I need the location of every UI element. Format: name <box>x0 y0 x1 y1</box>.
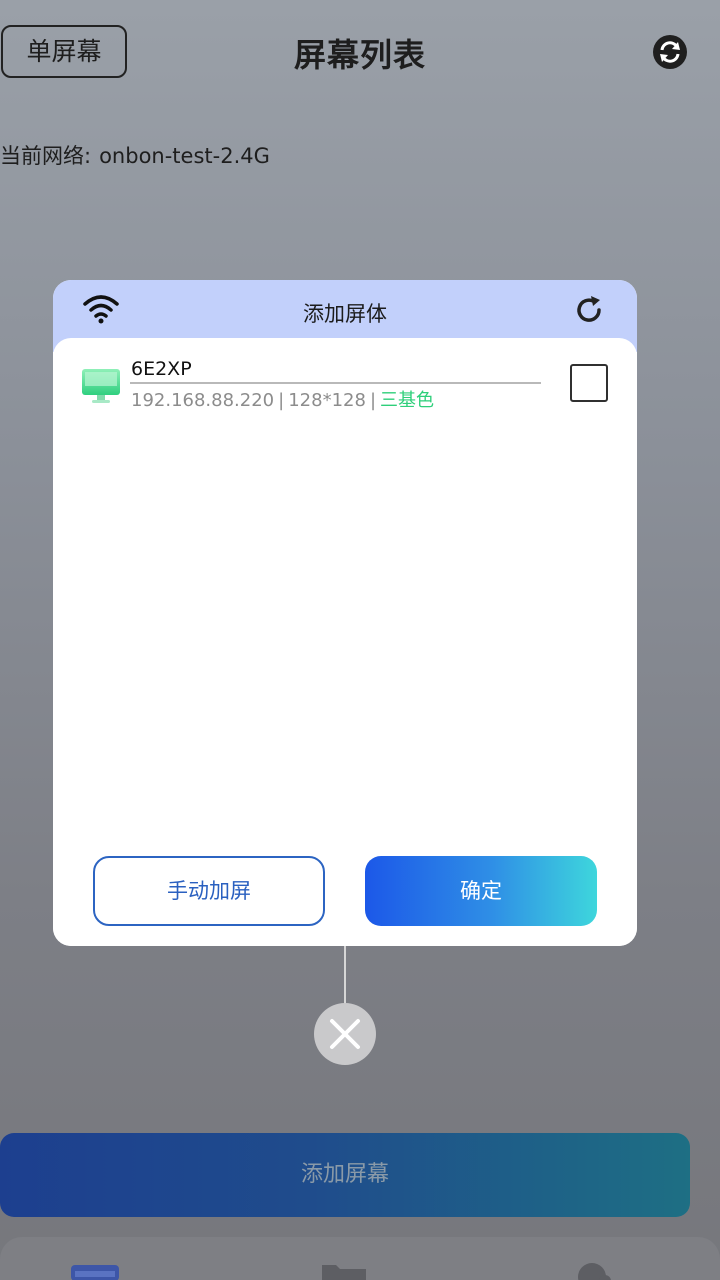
device-resolution: 128*128 <box>288 390 366 411</box>
device-row[interactable]: 6E2XP 192.168.88.220 | 128*128 | 三基色 <box>53 356 637 422</box>
top-bar: 单屏幕 屏幕列表 <box>0 0 720 105</box>
network-ssid: onbon-test-2.4G <box>99 144 270 168</box>
device-divider <box>130 382 541 384</box>
bottom-nav <box>0 1237 720 1280</box>
close-button[interactable] <box>314 1003 376 1065</box>
current-network: 当前网络: onbon-test-2.4G <box>0 140 270 170</box>
sync-icon-glyph <box>660 41 680 63</box>
refresh-icon[interactable] <box>573 294 605 326</box>
folder-tab-icon[interactable] <box>320 1257 368 1280</box>
add-screen-button[interactable]: 添加屏幕 <box>0 1133 690 1217</box>
network-label: 当前网络: <box>0 144 92 168</box>
screen-tab-icon[interactable] <box>71 1257 119 1280</box>
device-color-type: 三基色 <box>380 390 435 411</box>
monitor-icon <box>82 369 120 403</box>
info-separator: | <box>278 390 285 411</box>
device-list: 6E2XP 192.168.88.220 | 128*128 | 三基色 手动加屏 确定 <box>53 338 637 946</box>
info-separator: | <box>369 390 377 411</box>
close-icon <box>330 1019 360 1049</box>
device-checkbox[interactable] <box>570 364 608 402</box>
confirm-button[interactable]: 确定 <box>365 856 597 926</box>
manual-add-button[interactable]: 手动加屏 <box>93 856 325 926</box>
close-connector-line <box>344 946 346 1004</box>
user-tab-icon[interactable] <box>572 1257 620 1280</box>
device-info: 192.168.88.220 | 128*128 | 三基色 <box>131 386 434 412</box>
sync-icon[interactable] <box>653 35 687 69</box>
page-title: 屏幕列表 <box>293 36 426 74</box>
modal-title: 添加屏体 <box>303 302 387 326</box>
add-screen-modal: 添加屏体 6E2XP 192.168.88.220 | 128*128 | 三基… <box>53 280 637 946</box>
device-ip: 192.168.88.220 <box>131 390 275 411</box>
device-name: 6E2XP <box>131 358 192 380</box>
